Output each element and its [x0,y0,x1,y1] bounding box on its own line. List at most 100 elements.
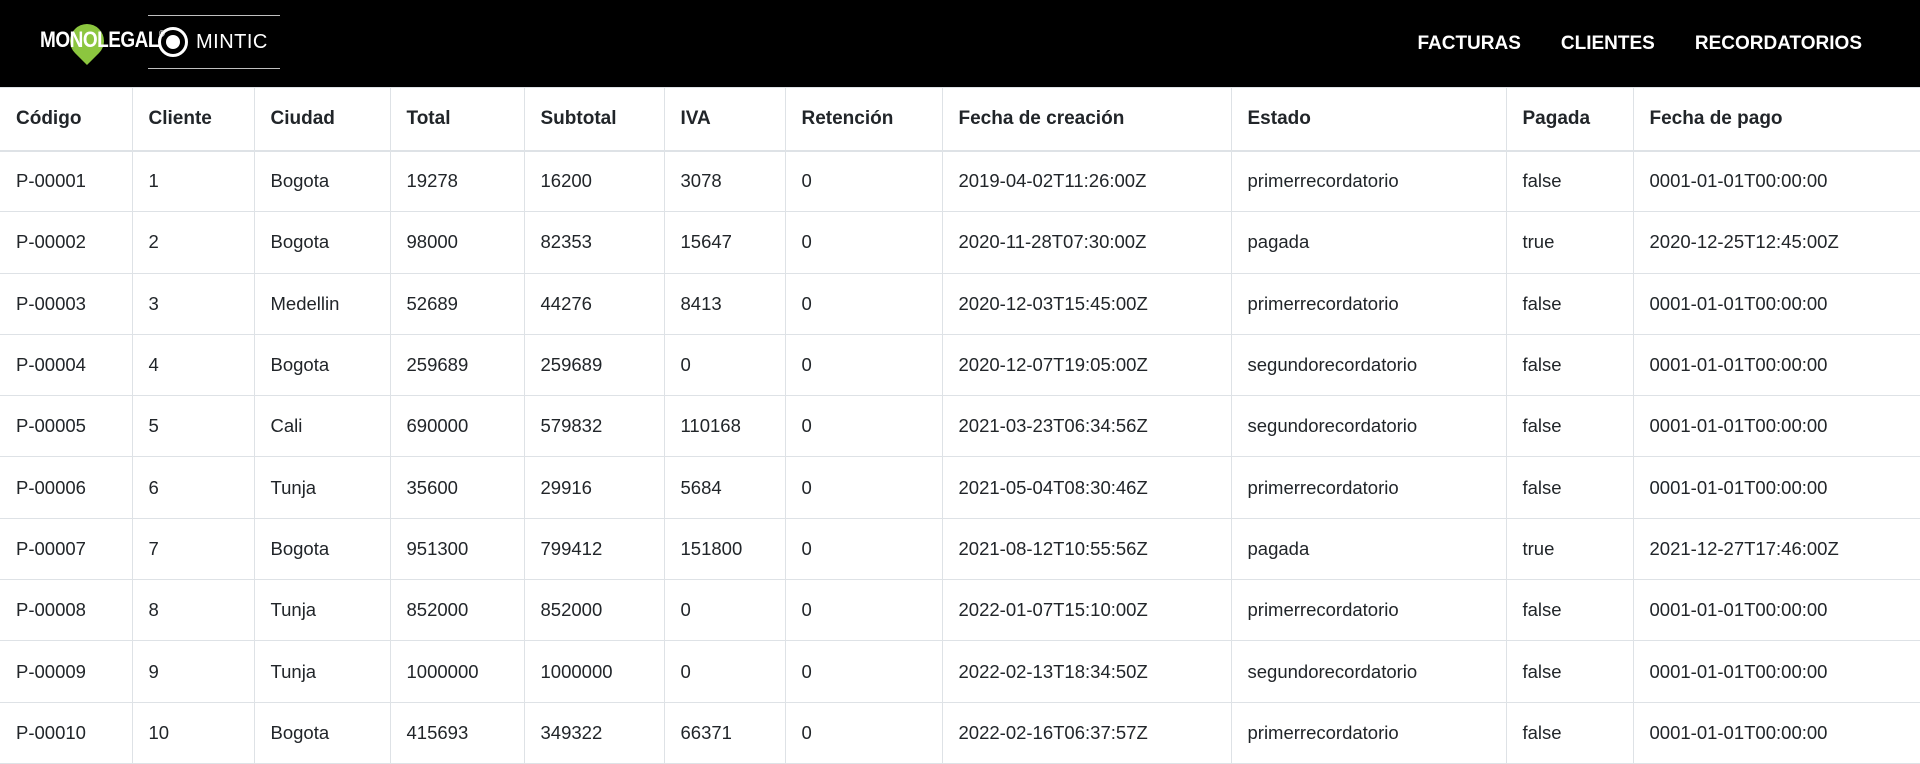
header-fecha-creacion: Fecha de creación [941,87,1232,152]
table-row: P-00001 1 Bogota 19278 16200 3078 0 2019-04-02T… [0,149,1920,213]
cell-subtotal: 82353 [523,211,665,274]
cell-fecha-creacion: 2019-04-02T11:26:00Z [941,149,1232,213]
cell-fecha-pago: 0001-01-01T00:00:00 [1632,149,1920,213]
cell-codigo: P-00001 [0,149,133,213]
cell-cliente: 10 [131,701,255,764]
header-retencion: Retención [784,87,943,152]
cell-cliente: 5 [131,395,255,458]
cell-codigo: P-00005 [0,395,133,458]
cell-codigo: P-00007 [0,517,133,581]
cell-pagada: false [1505,149,1634,213]
cell-codigo: P-00003 [0,272,133,335]
cell-retencion: 0 [784,579,943,642]
cell-pagada: true [1505,211,1634,274]
cell-pagada: false [1505,272,1634,335]
table-row: P-00003 3 Medellin 52689 44276 8413 0 2020-12-0… [0,272,1920,335]
table-row: P-00009 9 Tunja 1000000 1000000 0 0 2022-02-13T… [0,640,1920,703]
cell-ciudad: Tunja [253,456,391,519]
cell-codigo: P-00006 [0,456,133,519]
cell-codigo: P-00010 [0,701,133,764]
cell-estado: primerrecordatorio [1230,701,1507,764]
mintic-logo-text: MINTIC [196,30,268,53]
cell-retencion: 0 [784,517,943,581]
header-fecha-pago: Fecha de pago [1632,87,1920,152]
cell-total: 98000 [389,211,525,274]
header-codigo: Código [0,87,133,152]
nav-link-facturas[interactable]: FACTURAS [1417,33,1520,55]
header-iva: IVA [663,87,786,152]
cell-retencion: 0 [784,640,943,703]
cell-pagada: false [1505,701,1634,764]
cell-subtotal: 259689 [523,333,665,397]
brand-logo-link[interactable]: MONOLEGAL® MINTIC [38,14,280,70]
header-estado: Estado [1230,87,1507,152]
cell-total: 1000000 [389,640,525,703]
cell-estado: primerrecordatorio [1230,456,1507,519]
cell-ciudad: Cali [253,395,391,458]
table-row: P-00008 8 Tunja 852000 852000 0 0 2022-01-07T15… [0,579,1920,642]
cell-total: 852000 [389,579,525,642]
cell-pagada: false [1505,640,1634,703]
cell-estado: pagada [1230,517,1507,581]
cell-total: 951300 [389,517,525,581]
table-row: P-00007 7 Bogota 951300 799412 151800 0 2021-08… [0,517,1920,581]
cell-estado: segundorecordatorio [1230,395,1507,458]
cell-iva: 8413 [663,272,786,335]
cell-ciudad: Bogota [253,211,391,274]
cell-pagada: false [1505,579,1634,642]
cell-retencion: 0 [784,149,943,213]
cell-ciudad: Bogota [253,701,391,764]
invoices-table: Código Cliente Ciudad Total Subtotal IVA Reten… [0,87,1920,764]
cell-retencion: 0 [784,395,943,458]
table-row: P-00004 4 Bogota 259689 259689 0 0 2020-12-07T1… [0,333,1920,397]
cell-estado: segundorecordatorio [1230,640,1507,703]
cell-cliente: 3 [131,272,255,335]
cell-retencion: 0 [784,701,943,764]
cell-codigo: P-00002 [0,211,133,274]
cell-retencion: 0 [784,272,943,335]
cell-cliente: 7 [131,517,255,581]
cell-fecha-creacion: 2022-01-07T15:10:00Z [941,579,1232,642]
cell-cliente: 2 [131,211,255,274]
nav-links: FACTURAS CLIENTES RECORDATORIOS [1377,0,1862,87]
cell-fecha-pago: 0001-01-01T00:00:00 [1632,701,1920,764]
cell-fecha-pago: 2021-12-27T17:46:00Z [1632,517,1920,581]
cell-cliente: 1 [131,149,255,213]
cell-retencion: 0 [784,333,943,397]
cell-ciudad: Tunja [253,579,391,642]
cell-ciudad: Tunja [253,640,391,703]
cell-total: 35600 [389,456,525,519]
cell-total: 259689 [389,333,525,397]
cell-fecha-pago: 0001-01-01T00:00:00 [1632,333,1920,397]
cell-estado: primerrecordatorio [1230,579,1507,642]
cell-codigo: P-00009 [0,640,133,703]
cell-ciudad: Medellin [253,272,391,335]
cell-retencion: 0 [784,211,943,274]
table-row: P-00002 2 Bogota 98000 82353 15647 0 2020-11-28… [0,211,1920,274]
cell-ciudad: Bogota [253,517,391,581]
cell-iva: 66371 [663,701,786,764]
cell-fecha-creacion: 2021-08-12T10:55:56Z [941,517,1232,581]
registered-mark: ® [159,28,165,39]
table-body: P-00001 1 Bogota 19278 16200 3078 0 2019-04-02T… [0,149,1920,764]
cell-fecha-pago: 0001-01-01T00:00:00 [1632,395,1920,458]
nav-link-recordatorios[interactable]: RECORDATORIOS [1695,33,1862,55]
cell-fecha-creacion: 2022-02-16T06:37:57Z [941,701,1232,764]
cell-cliente: 4 [131,333,255,397]
cell-fecha-pago: 0001-01-01T00:00:00 [1632,272,1920,335]
table-row: P-00010 10 Bogota 415693 349322 66371 0 2022-02… [0,701,1920,764]
cell-fecha-creacion: 2020-12-03T15:45:00Z [941,272,1232,335]
cell-pagada: false [1505,333,1634,397]
cell-subtotal: 852000 [523,579,665,642]
monolegal-logo: MONOLEGAL® [38,14,165,70]
cell-estado: primerrecordatorio [1230,272,1507,335]
nav-link-clientes[interactable]: CLIENTES [1561,33,1655,55]
cell-fecha-creacion: 2021-03-23T06:34:56Z [941,395,1232,458]
cell-fecha-creacion: 2020-11-28T07:30:00Z [941,211,1232,274]
cell-fecha-creacion: 2021-05-04T08:30:46Z [941,456,1232,519]
header-pagada: Pagada [1505,87,1634,152]
cell-subtotal: 29916 [523,456,665,519]
cell-fecha-creacion: 2022-02-13T18:34:50Z [941,640,1232,703]
cell-pagada: false [1505,456,1634,519]
cell-subtotal: 579832 [523,395,665,458]
